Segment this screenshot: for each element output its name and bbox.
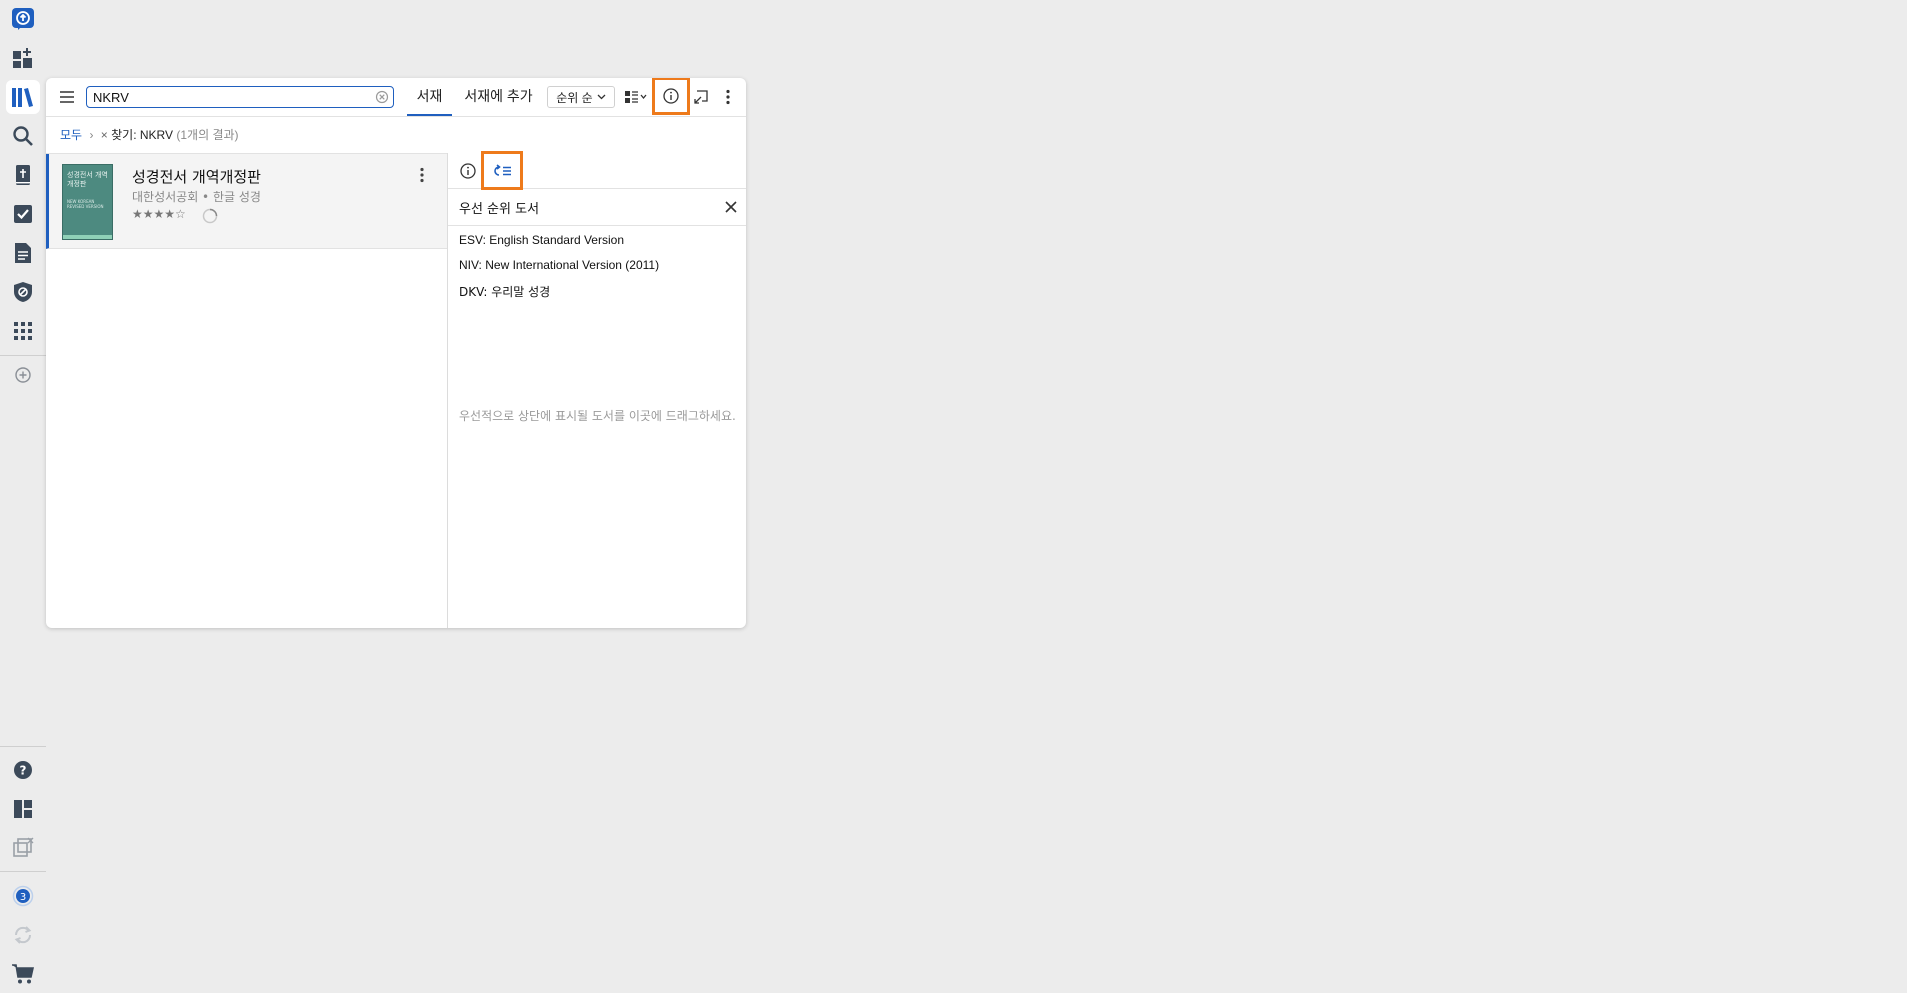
notification-count-icon[interactable]: 3: [6, 879, 40, 913]
left-rail: ? 3: [0, 0, 46, 993]
side-panel-title: 우선 순위 도서: [459, 202, 540, 217]
rail-divider: [0, 871, 46, 872]
breadcrumb: 모두 › × 찾기: NKRV (1개의 결과): [60, 126, 239, 144]
shield-icon[interactable]: [6, 275, 40, 309]
add-dashboard-icon[interactable]: [6, 41, 40, 75]
add-icon[interactable]: [6, 358, 40, 392]
drop-zone-hint[interactable]: 우선적으로 상단에 표시될 도서를 이곳에 드래그하세요.: [459, 407, 741, 425]
result-count: (1개의 결과): [176, 128, 239, 142]
tab-add-to-library[interactable]: 서재에 추가: [456, 78, 541, 116]
rail-divider: [0, 746, 46, 747]
item-more-icon[interactable]: [414, 163, 430, 187]
rail-divider: [0, 355, 46, 356]
library-panel: 서재 서재에 추가 순위 순 모두 › × 찾기: NKRV (1개의 결과) …: [46, 78, 746, 628]
search-field[interactable]: [86, 86, 394, 108]
detach-icon[interactable]: [6, 831, 40, 865]
menu-icon[interactable]: [54, 84, 80, 110]
breadcrumb-separator: ›: [89, 128, 94, 142]
clear-search-icon[interactable]: [375, 90, 389, 104]
side-panel-tabs: [448, 151, 746, 190]
prioritized-book-item[interactable]: DKV: 우리말 성경: [459, 283, 550, 300]
document-icon[interactable]: [6, 236, 40, 270]
upload-icon[interactable]: [6, 2, 40, 36]
cart-icon[interactable]: [6, 957, 40, 991]
cover-band: [63, 235, 112, 239]
layout-icon[interactable]: [6, 792, 40, 826]
breadcrumb-filter: 찾기: NKRV: [111, 128, 174, 142]
list-item[interactable]: 성경전서 개역개정판 NEW KOREAN REVISED VERSION 성경…: [46, 154, 447, 249]
prioritized-book-item[interactable]: ESV: English Standard Version: [459, 233, 624, 247]
details-tab-icon[interactable]: [450, 156, 486, 186]
sync-icon[interactable]: [6, 918, 40, 952]
tasks-icon[interactable]: [6, 197, 40, 231]
apps-icon[interactable]: [6, 314, 40, 348]
svg-text:?: ?: [20, 764, 27, 778]
loading-spinner-icon: [202, 208, 218, 224]
help-icon[interactable]: ?: [6, 753, 40, 787]
bible-icon[interactable]: [6, 158, 40, 192]
more-options-icon[interactable]: [716, 85, 740, 109]
close-icon[interactable]: [722, 198, 740, 216]
search-input[interactable]: [93, 88, 363, 106]
view-mode-icon[interactable]: [623, 85, 651, 109]
library-icon[interactable]: [6, 80, 40, 114]
side-panel: 우선 순위 도서 ESV: English Standard Version N…: [448, 151, 746, 628]
library-toolbar: 서재 서재에 추가 순위 순: [46, 78, 746, 117]
notification-count: 3: [20, 892, 26, 903]
info-icon[interactable]: [652, 78, 690, 115]
book-title[interactable]: 성경전서 개역개정판: [132, 166, 261, 187]
sort-dropdown[interactable]: 순위 순: [547, 86, 615, 108]
open-panel-icon[interactable]: [689, 85, 713, 109]
breadcrumb-all[interactable]: 모두: [60, 128, 82, 142]
cover-subtitle: NEW KOREAN REVISED VERSION: [67, 199, 104, 209]
chevron-down-icon: [597, 94, 606, 100]
cover-title: 성경전서 개역개정판: [67, 171, 108, 188]
book-cover: 성경전서 개역개정판 NEW KOREAN REVISED VERSION: [62, 164, 113, 240]
result-list: 성경전서 개역개정판 NEW KOREAN REVISED VERSION 성경…: [46, 153, 447, 628]
tab-library[interactable]: 서재: [407, 78, 452, 116]
remove-filter-icon[interactable]: ×: [101, 128, 108, 142]
prioritize-tab-icon[interactable]: [481, 151, 523, 190]
prioritized-book-item[interactable]: NIV: New International Version (2011): [459, 258, 659, 272]
side-panel-header: 우선 순위 도서: [448, 189, 746, 226]
book-meta: 대한성서공회 • 한글 성경: [132, 190, 261, 204]
sort-label: 순위 순: [556, 90, 593, 105]
rating-stars[interactable]: ★★★★☆: [132, 207, 186, 221]
search-icon[interactable]: [6, 119, 40, 153]
